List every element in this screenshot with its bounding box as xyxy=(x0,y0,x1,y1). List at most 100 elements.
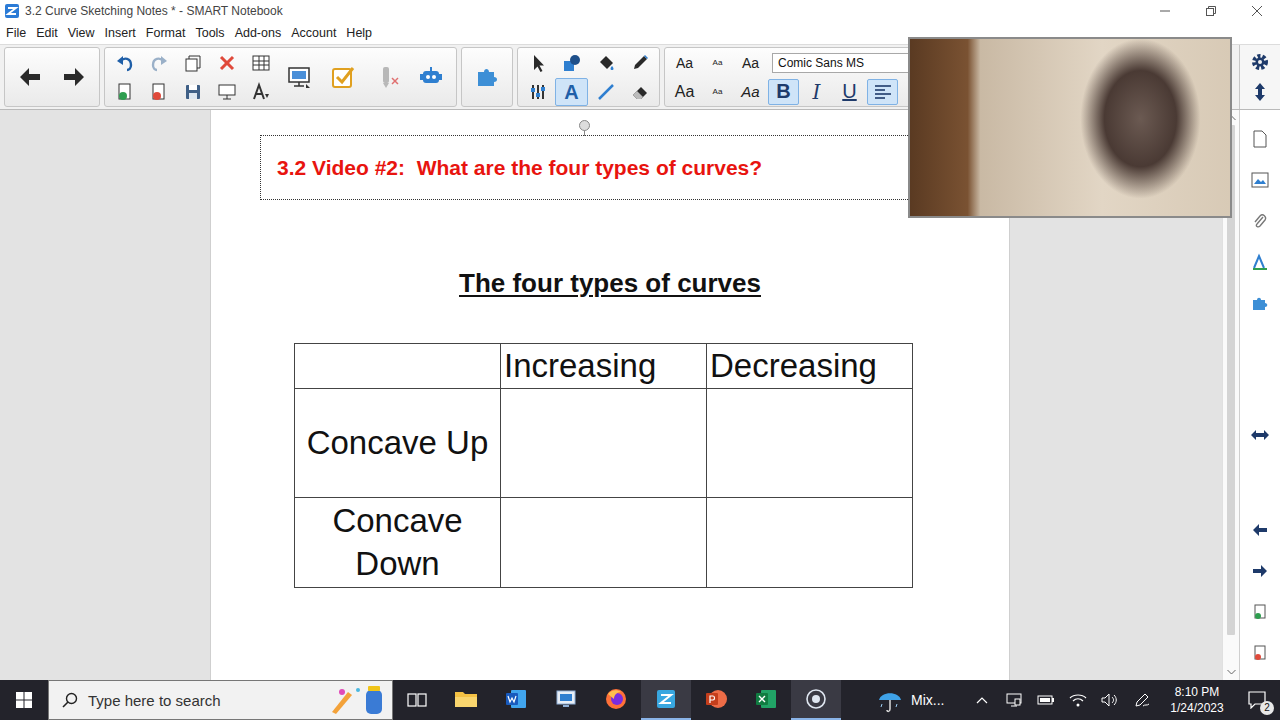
pen-workspace-button[interactable] xyxy=(1126,680,1158,720)
show-hidden-icons-button[interactable] xyxy=(966,680,998,720)
italic-button[interactable]: I xyxy=(801,79,832,105)
wifi-button[interactable] xyxy=(1062,680,1094,720)
shapes-icon xyxy=(562,53,582,73)
next-page-side-button[interactable] xyxy=(1244,557,1276,586)
text-tool-button[interactable]: A xyxy=(555,78,588,106)
menu-item[interactable]: Format xyxy=(141,24,191,42)
monitor-icon xyxy=(286,64,312,90)
row-label-cell[interactable]: Concave Down xyxy=(295,498,501,588)
powerpoint-taskbar-button[interactable] xyxy=(691,680,741,720)
next-page-button[interactable] xyxy=(52,51,96,103)
table-header-cell[interactable]: Increasing xyxy=(501,344,707,389)
title-bar: 3.2 Curve Sketching Notes * - SMART Note… xyxy=(0,0,1280,22)
font-size-button[interactable]: Aa xyxy=(735,50,766,76)
previous-page-side-button[interactable] xyxy=(1244,516,1276,545)
delete-page-side-button[interactable] xyxy=(1244,639,1276,668)
redo-button[interactable] xyxy=(142,49,175,77)
folder-icon xyxy=(454,689,478,709)
menu-item[interactable]: Edit xyxy=(31,24,63,42)
align-left-button[interactable] xyxy=(867,79,898,105)
rotate-handle[interactable] xyxy=(579,120,590,131)
close-button[interactable] xyxy=(1234,0,1280,22)
font-size-button[interactable]: Aa xyxy=(702,79,733,105)
shape-tool-button[interactable] xyxy=(555,49,588,77)
clone-page-button[interactable] xyxy=(176,49,209,77)
table-header-cell[interactable]: Decreasing xyxy=(707,344,913,389)
undo-button[interactable] xyxy=(108,49,141,77)
response-button[interactable] xyxy=(321,51,365,103)
menu-item[interactable]: File xyxy=(1,24,31,42)
fill-tool-button[interactable] xyxy=(589,49,622,77)
remote-taskbar-button[interactable] xyxy=(541,680,591,720)
excel-taskbar-button[interactable] xyxy=(741,680,791,720)
eraser-tool-button[interactable] xyxy=(623,78,656,106)
title-text-box[interactable]: 3.2 Video #2: What are the four types of… xyxy=(260,135,920,200)
toggle-side-button[interactable] xyxy=(1244,420,1276,449)
menu-item[interactable]: Help xyxy=(341,24,377,42)
notifications-button[interactable]: 2 xyxy=(1236,680,1280,720)
clock[interactable]: 8:10 PM 1/24/2023 xyxy=(1158,684,1236,716)
volume-button[interactable] xyxy=(1094,680,1126,720)
lesson-activity-button[interactable] xyxy=(409,51,453,103)
firefox-taskbar-button[interactable] xyxy=(591,680,641,720)
drawing-tools-group: A xyxy=(517,47,660,107)
search-box[interactable]: Type here to search xyxy=(48,680,393,720)
smart-taskbar-button[interactable] xyxy=(641,680,691,720)
table-cell[interactable] xyxy=(707,389,913,498)
bold-button[interactable]: B xyxy=(768,79,799,105)
font-family-select[interactable]: Comic Sans MS xyxy=(772,53,926,73)
properties-tool-button[interactable] xyxy=(521,78,554,106)
explorer-taskbar-button[interactable] xyxy=(441,680,491,720)
page-sorter-tab[interactable] xyxy=(1244,124,1276,153)
table-cell[interactable] xyxy=(707,498,913,588)
restore-button[interactable] xyxy=(1188,0,1234,22)
word-taskbar-button[interactable] xyxy=(491,680,541,720)
underline-button[interactable]: U xyxy=(834,79,865,105)
task-view-button[interactable] xyxy=(393,680,441,720)
menu-item[interactable]: View xyxy=(63,24,100,42)
screen-shade-button[interactable] xyxy=(277,51,321,103)
weather-widget[interactable]: Mix... xyxy=(871,680,950,720)
save-button[interactable] xyxy=(176,78,209,106)
table-header-cell[interactable] xyxy=(295,344,501,389)
gallery-tab[interactable] xyxy=(1244,165,1276,194)
fullscreen-button[interactable] xyxy=(210,78,243,106)
table-cell[interactable] xyxy=(501,389,707,498)
pen-tool-button[interactable] xyxy=(623,49,656,77)
menu-item[interactable]: Insert xyxy=(100,24,141,42)
previous-page-button[interactable] xyxy=(8,51,52,103)
start-button[interactable] xyxy=(0,680,48,720)
battery-button[interactable] xyxy=(1030,680,1062,720)
line-tool-button[interactable] xyxy=(589,78,622,106)
notebook-page[interactable]: 3.2 Video #2: What are the four types of… xyxy=(210,110,1010,680)
row-label-cell[interactable]: Concave Up xyxy=(295,389,501,498)
display-tray-button[interactable] xyxy=(998,680,1030,720)
add-ons-tab[interactable] xyxy=(1244,288,1276,317)
pen-tools-button[interactable] xyxy=(365,51,409,103)
font-size-button[interactable]: Aa xyxy=(735,79,766,105)
text-recognition-button[interactable] xyxy=(244,78,277,106)
table-cell[interactable] xyxy=(501,498,707,588)
table-button[interactable] xyxy=(244,49,277,77)
menu-item[interactable]: Add-ons xyxy=(230,24,287,42)
properties-tab[interactable] xyxy=(1244,247,1276,276)
font-size-button[interactable]: Aa xyxy=(669,50,700,76)
recorder-taskbar-button[interactable] xyxy=(791,680,841,720)
scroll-down-icon xyxy=(1227,669,1236,675)
settings-button[interactable] xyxy=(1245,51,1275,73)
delete-page-button[interactable] xyxy=(142,78,175,106)
menu-item[interactable]: Account xyxy=(286,24,341,42)
attachments-tab[interactable] xyxy=(1244,206,1276,235)
select-tool-button[interactable] xyxy=(521,49,554,77)
delete-button[interactable] xyxy=(210,49,243,77)
webcam-video-overlay[interactable] xyxy=(908,37,1232,218)
move-toolbar-button[interactable] xyxy=(1245,81,1275,103)
font-size-button[interactable]: Aa xyxy=(669,79,700,105)
add-page-button[interactable] xyxy=(108,78,141,106)
minimize-button[interactable] xyxy=(1142,0,1188,22)
add-page-side-button[interactable] xyxy=(1244,598,1276,627)
menu-item[interactable]: Tools xyxy=(190,24,229,42)
canvas-margin xyxy=(0,110,210,680)
add-ons-button[interactable] xyxy=(465,51,509,103)
font-size-button[interactable]: Aa xyxy=(702,50,733,76)
